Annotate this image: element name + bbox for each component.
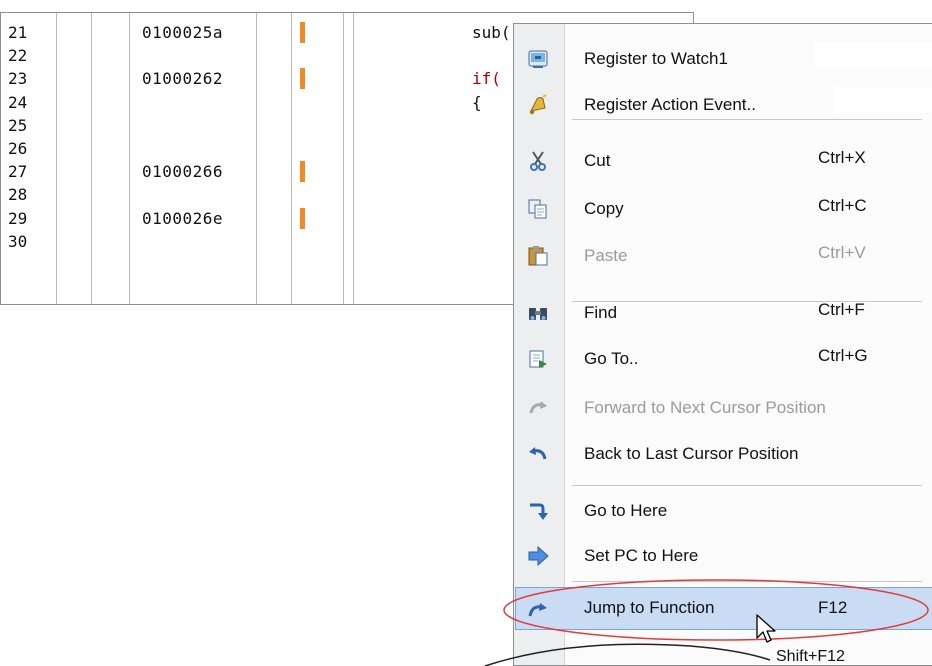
menu-item-shortcut: Ctrl+V bbox=[818, 243, 866, 262]
menu-item-back-cursor[interactable]: Back to Last Cursor Position bbox=[514, 431, 932, 477]
menu-item-paste[interactable]: Paste Ctrl+V bbox=[514, 233, 932, 279]
menu-item-register-to-watch1[interactable]: Register to Watch1 bbox=[514, 36, 932, 82]
menu-separator bbox=[572, 581, 922, 582]
menu-item-jump-to-function[interactable]: Jump to Function F12 bbox=[514, 587, 932, 633]
menu-item-forward-cursor[interactable]: Forward to Next Cursor Position bbox=[514, 385, 932, 431]
menu-item-label: Copy bbox=[584, 199, 624, 218]
menu-item-shortcut: Ctrl+X bbox=[818, 148, 866, 167]
line-number: 21 bbox=[8, 23, 28, 42]
address-cell: 01000266 bbox=[142, 162, 224, 182]
menu-item-set-pc[interactable]: Set PC to Here bbox=[514, 533, 932, 579]
menu-item-label: Forward to Next Cursor Position bbox=[584, 398, 826, 417]
watch-register-icon bbox=[527, 48, 549, 70]
back-arrow-icon bbox=[527, 443, 549, 465]
line-number: 30 bbox=[8, 231, 28, 251]
menu-item-label: Set PC to Here bbox=[584, 546, 699, 565]
go-to-icon bbox=[527, 348, 549, 370]
go-here-arrow-icon bbox=[527, 500, 549, 522]
copy-icon bbox=[527, 198, 549, 220]
code-coverage-marker bbox=[300, 22, 305, 43]
menu-item-label: Back to Last Cursor Position bbox=[584, 444, 799, 463]
menu-item-label: Find bbox=[584, 303, 618, 322]
line-number: 25 bbox=[8, 115, 28, 135]
line-number: 29 bbox=[8, 208, 28, 228]
scissors-icon bbox=[527, 150, 549, 172]
address-cell: 01000262 bbox=[142, 69, 224, 89]
address-cell: 0100025a bbox=[142, 23, 224, 42]
code-coverage-marker bbox=[300, 161, 305, 183]
menu-item-shortcut: F12 bbox=[818, 598, 848, 617]
menu-item-label: Register Action Event.. bbox=[584, 95, 756, 114]
menu-item-register-action-event[interactable]: Register Action Event.. bbox=[514, 82, 932, 128]
forward-arrow-icon bbox=[527, 397, 549, 419]
source-code: if( bbox=[472, 69, 501, 89]
menu-item-go-to-here[interactable]: Go to Here bbox=[514, 488, 932, 534]
set-pc-arrow-icon bbox=[527, 545, 549, 567]
menu-item-shortcut: Ctrl+F bbox=[818, 300, 865, 319]
menu-item-shortcut: Ctrl+C bbox=[818, 196, 867, 215]
line-number: 23 bbox=[8, 69, 28, 89]
menu-item-shortcut: Ctrl+G bbox=[818, 346, 868, 365]
line-number: 28 bbox=[8, 185, 28, 205]
line-number: 22 bbox=[8, 46, 28, 66]
code-coverage-marker bbox=[300, 68, 305, 90]
address-cell: 0100026e bbox=[142, 208, 224, 228]
line-number: 27 bbox=[8, 162, 28, 182]
menu-item-label: Register to Watch1 bbox=[584, 49, 728, 68]
jump-arrow-icon bbox=[527, 599, 549, 621]
menu-item-copy[interactable]: Copy Ctrl+C bbox=[514, 186, 932, 232]
menu-item-label: Paste bbox=[584, 246, 628, 265]
line-number: 26 bbox=[8, 139, 28, 158]
menu-separator bbox=[572, 485, 922, 486]
mouse-pointer-icon bbox=[756, 614, 776, 643]
bell-action-event-icon bbox=[527, 94, 549, 116]
binoculars-icon bbox=[527, 302, 549, 324]
menu-item-find[interactable]: Find Ctrl+F bbox=[514, 290, 932, 336]
menu-item-cut[interactable]: Cut Ctrl+X bbox=[514, 138, 932, 184]
menu-item-label: Cut bbox=[584, 151, 611, 170]
menu-item-label: Go To.. bbox=[584, 349, 639, 368]
menu-item-label: Jump to Function bbox=[584, 598, 715, 617]
source-code: { bbox=[472, 92, 482, 112]
code-coverage-marker bbox=[300, 207, 305, 229]
line-number: 24 bbox=[8, 92, 28, 112]
menu-item-go-to[interactable]: Go To.. Ctrl+G bbox=[514, 336, 932, 382]
paste-icon bbox=[527, 245, 549, 267]
context-menu: Register to Watch1 Register Action Event… bbox=[513, 23, 932, 666]
shortcut-tooltip: Shift+F12 bbox=[776, 648, 845, 665]
menu-item-label: Go to Here bbox=[584, 501, 668, 520]
